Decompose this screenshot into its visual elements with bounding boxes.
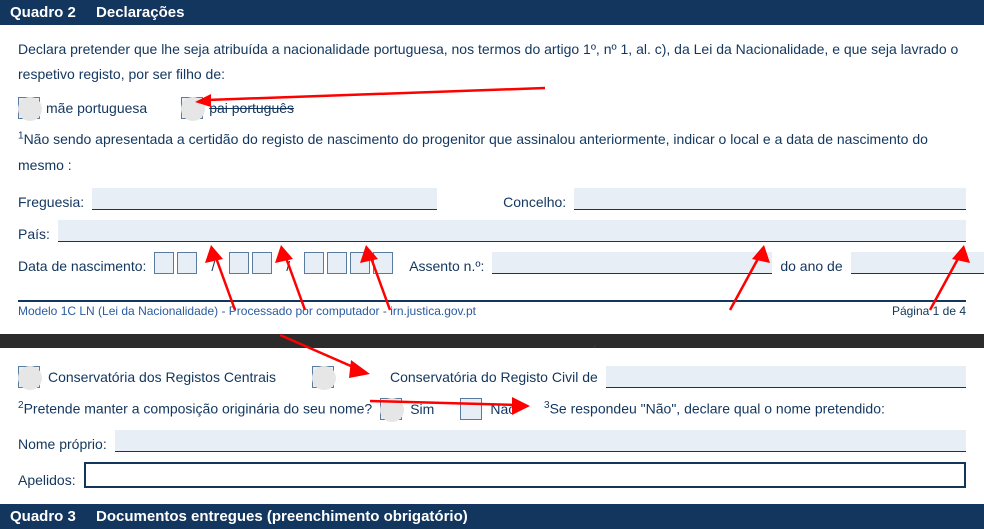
dob-month — [229, 252, 272, 274]
freguesia-label: Freguesia: — [18, 194, 84, 210]
apelidos-input[interactable] — [84, 462, 966, 488]
checkbox-nao[interactable] — [460, 398, 482, 420]
checkbox-sim[interactable] — [380, 398, 402, 420]
quadro2-title: Declarações — [96, 4, 184, 21]
pais-input[interactable] — [58, 220, 966, 242]
label-mae: mãe portuguesa — [46, 100, 147, 116]
ano-input[interactable] — [851, 252, 984, 274]
row-apelidos: Apelidos: — [18, 462, 966, 488]
dob-day — [154, 252, 197, 274]
dob-y2[interactable] — [327, 252, 347, 274]
pais-label: País: — [18, 226, 50, 242]
freguesia-input[interactable] — [92, 188, 437, 210]
concelho-input[interactable] — [574, 188, 966, 210]
q3-text: 3Se respondeu "Não", declare qual o nome… — [544, 400, 885, 417]
quadro3-number: Quadro 3 — [10, 508, 76, 525]
label-pai: pai português — [209, 100, 294, 116]
row-dob-assento: Data de nascimento: / / Assento n.º: do … — [18, 252, 966, 274]
stray-dot — [593, 345, 596, 348]
label-crcivil: Conservatória do Registo Civil de — [390, 369, 598, 385]
note1-text: 1Não sendo apresentada a certidão do reg… — [18, 127, 966, 177]
declaration-text: Declara pretender que lhe seja atribuída… — [18, 37, 966, 87]
dob-label: Data de nascimento: — [18, 258, 146, 274]
checkbox-crcivil[interactable] — [312, 366, 334, 388]
concelho-label: Concelho: — [503, 194, 566, 210]
label-nao: Não — [490, 401, 516, 417]
dob-y3[interactable] — [350, 252, 370, 274]
assento-input[interactable] — [492, 252, 772, 274]
row-freguesia-concelho: Freguesia: Concelho: — [18, 188, 966, 210]
dob-m1[interactable] — [229, 252, 249, 274]
page-footer: Modelo 1C LN (Lei da Nacionalidade) - Pr… — [0, 302, 984, 326]
dob-year — [304, 252, 393, 274]
quadro2-number: Quadro 2 — [10, 4, 76, 21]
quadro2-header: Quadro 2 Declarações — [0, 0, 984, 25]
quadro3-title: Documentos entregues (preenchimento obri… — [96, 508, 468, 525]
row-nome-question: 2Pretende manter a composição originária… — [18, 398, 966, 420]
quadro2-content: Declara pretender que lhe seja atribuída… — [0, 25, 984, 296]
row-nome-proprio: Nome próprio: — [18, 430, 966, 452]
page-gap — [0, 334, 984, 348]
ano-label: do ano de — [780, 258, 842, 274]
dob-d1[interactable] — [154, 252, 174, 274]
quadro3-header: Quadro 3 Documentos entregues (preenchim… — [0, 504, 984, 529]
parent-checkbox-row: mãe portuguesa pai português — [18, 97, 966, 119]
row-conservatoria: Conservatória dos Registos Centrais Cons… — [18, 366, 966, 388]
crcivil-input[interactable] — [606, 366, 966, 388]
checkbox-pai[interactable] — [181, 97, 203, 119]
label-sim: Sim — [410, 401, 434, 417]
footer-right: Página 1 de 4 — [892, 304, 966, 318]
checkbox-crc[interactable] — [18, 366, 40, 388]
dob-y1[interactable] — [304, 252, 324, 274]
block2-content: Conservatória dos Registos Centrais Cons… — [0, 366, 984, 504]
checkbox-mae[interactable] — [18, 97, 40, 119]
apelidos-label: Apelidos: — [18, 472, 76, 488]
nome-proprio-label: Nome próprio: — [18, 436, 107, 452]
dob-d2[interactable] — [177, 252, 197, 274]
dob-y4[interactable] — [373, 252, 393, 274]
q2-text: 2Pretende manter a composição originária… — [18, 400, 372, 417]
nome-proprio-input[interactable] — [115, 430, 966, 452]
row-pais: País: — [18, 220, 966, 242]
footer-left: Modelo 1C LN (Lei da Nacionalidade) - Pr… — [18, 304, 476, 318]
assento-label: Assento n.º: — [409, 258, 484, 274]
dob-m2[interactable] — [252, 252, 272, 274]
label-crc: Conservatória dos Registos Centrais — [48, 369, 276, 385]
